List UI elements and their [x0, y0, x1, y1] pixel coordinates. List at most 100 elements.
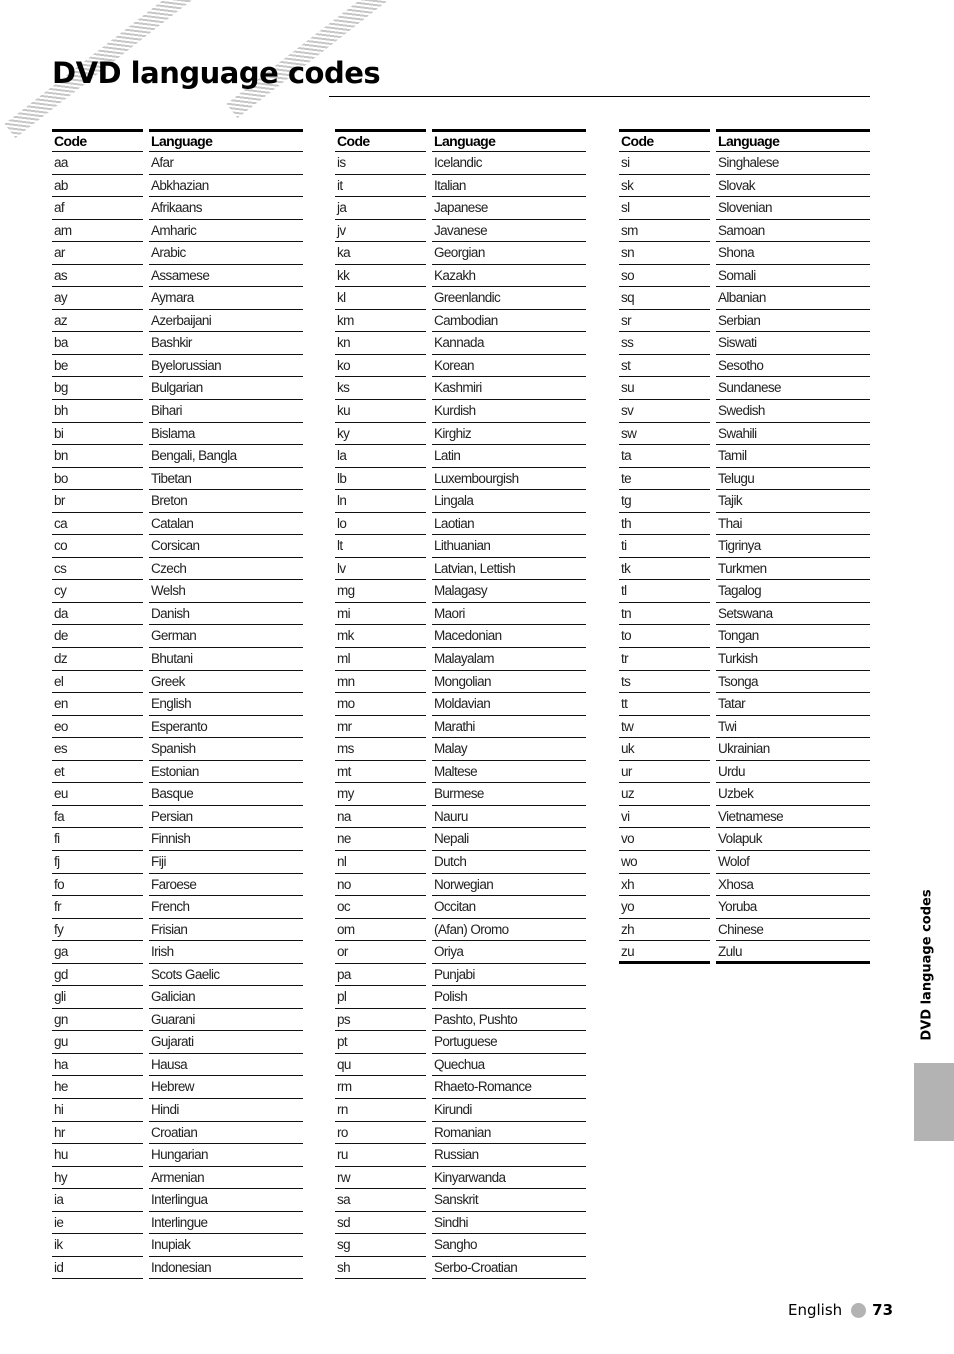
language-name: Tajik: [716, 490, 870, 513]
language-code: om: [335, 919, 426, 942]
language-name: Tsonga: [716, 671, 870, 694]
language-code: sn: [619, 242, 710, 265]
language-code: mk: [335, 625, 426, 649]
table-row: sh Serbo-Croatian: [335, 1257, 586, 1280]
language-code: so: [619, 265, 710, 288]
language-code: bg: [52, 377, 143, 401]
language-name: Spanish: [149, 738, 303, 761]
table-row: fa Persian: [52, 806, 303, 829]
language-name: Kannada: [432, 332, 586, 355]
table-row: mt Maltese: [335, 761, 586, 784]
table-row: gn Guarani: [52, 1009, 303, 1032]
title-rule: [329, 96, 870, 97]
language-name: Sesotho: [716, 355, 870, 378]
table-row: da Danish: [52, 603, 303, 626]
language-name: (Afan) Oromo: [432, 919, 586, 942]
language-name: Cambodian: [432, 310, 586, 333]
language-name: Siswati: [716, 332, 870, 355]
table-row: hy Armenian: [52, 1167, 303, 1190]
table-row: ti Tigrinya: [619, 535, 870, 558]
table-row: kl Greenlandic: [335, 287, 586, 310]
language-name: Kazakh: [432, 265, 586, 288]
language-code: oc: [335, 896, 426, 919]
language-code: fo: [52, 874, 143, 897]
language-code: qu: [335, 1054, 426, 1077]
table-row: de German: [52, 625, 303, 649]
table-row: mn Mongolian: [335, 671, 586, 694]
language-code: ga: [52, 941, 143, 964]
language-name: Byelorussian: [149, 355, 303, 378]
table-row: sl Slovenian: [619, 197, 870, 220]
language-name: Lithuanian: [432, 535, 586, 558]
table-row: ar Arabic: [52, 242, 303, 265]
language-code: be: [52, 355, 143, 378]
language-name: Bislama: [149, 423, 303, 446]
column-header-code: Code: [52, 129, 143, 152]
table-row: ur Urdu: [619, 761, 870, 784]
language-name: Faroese: [149, 874, 303, 897]
table-row: sa Sanskrit: [335, 1189, 586, 1212]
language-code: ur: [619, 761, 710, 784]
table-row: sd Sindhi: [335, 1212, 586, 1235]
language-code: bn: [52, 445, 143, 468]
language-code: jv: [335, 220, 426, 243]
language-code: no: [335, 874, 426, 897]
language-name: Mongolian: [432, 671, 586, 694]
table-row: ia Interlingua: [52, 1189, 303, 1212]
language-code: ps: [335, 1009, 426, 1032]
language-name: Hausa: [149, 1054, 303, 1077]
language-name: Nepali: [432, 828, 586, 851]
language-name: Gujarati: [149, 1031, 303, 1054]
table-row: na Nauru: [335, 806, 586, 829]
language-name: Malayalam: [432, 648, 586, 671]
table-row: he Hebrew: [52, 1076, 303, 1099]
language-code: zu: [619, 941, 710, 964]
language-code: sk: [619, 175, 710, 198]
table-row: fo Faroese: [52, 874, 303, 897]
language-name: Afrikaans: [149, 197, 303, 220]
language-name: Laotian: [432, 513, 586, 536]
language-code: el: [52, 671, 143, 694]
language-name: Dutch: [432, 851, 586, 874]
language-code: ms: [335, 738, 426, 761]
language-code: ku: [335, 400, 426, 423]
language-name: Welsh: [149, 580, 303, 603]
table-row: fy Frisian: [52, 919, 303, 942]
language-name: Czech: [149, 558, 303, 581]
language-code: gli: [52, 986, 143, 1009]
table-row: th Thai: [619, 513, 870, 536]
language-name: Turkish: [716, 648, 870, 671]
language-code: eu: [52, 783, 143, 806]
language-name: Luxembourgish: [432, 468, 586, 491]
language-code: la: [335, 445, 426, 468]
language-code: es: [52, 738, 143, 761]
table-row: aa Afar: [52, 152, 303, 175]
language-code: uk: [619, 738, 710, 761]
table-row: hu Hungarian: [52, 1144, 303, 1167]
language-name: Slovak: [716, 175, 870, 198]
table-row: tl Tagalog: [619, 580, 870, 603]
column-header-code: Code: [335, 129, 426, 152]
table-row: ms Malay: [335, 738, 586, 761]
language-code: co: [52, 535, 143, 558]
language-code: pt: [335, 1031, 426, 1054]
language-name: Estonian: [149, 761, 303, 784]
language-code: lv: [335, 558, 426, 581]
language-name: Bhutani: [149, 648, 303, 671]
language-name: Kinyarwanda: [432, 1167, 586, 1190]
language-name: Serbian: [716, 310, 870, 333]
language-code: fj: [52, 851, 143, 874]
table-row: bh Bihari: [52, 400, 303, 423]
language-code: sl: [619, 197, 710, 220]
table-row: ja Japanese: [335, 197, 586, 220]
language-name: Aymara: [149, 287, 303, 310]
language-name: Sanskrit: [432, 1189, 586, 1212]
side-tab-label-text: DVD language codes: [919, 889, 935, 1041]
table-row: tr Turkish: [619, 648, 870, 671]
language-code: sd: [335, 1212, 426, 1235]
table-row: pa Punjabi: [335, 964, 586, 987]
language-code: ka: [335, 242, 426, 265]
language-name: Ukrainian: [716, 738, 870, 761]
language-code: tk: [619, 558, 710, 581]
language-name: Xhosa: [716, 874, 870, 897]
